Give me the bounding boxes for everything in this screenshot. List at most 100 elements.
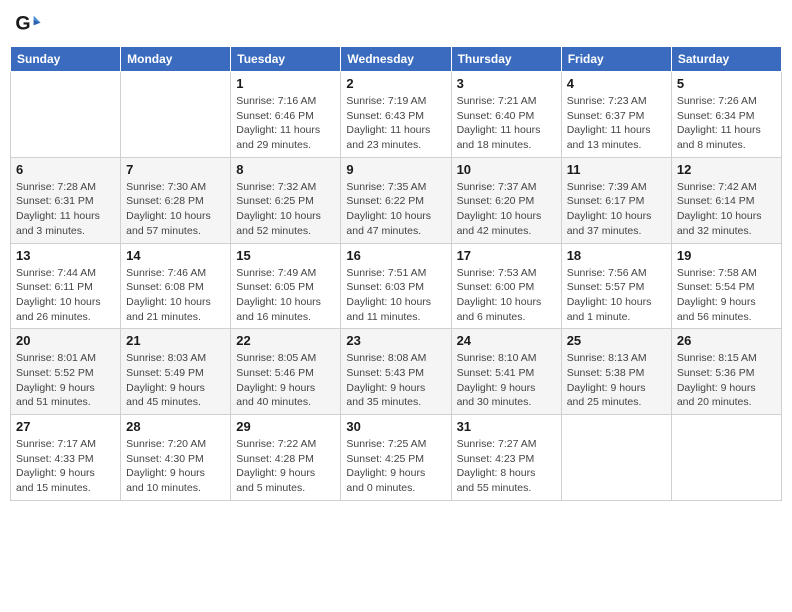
calendar-cell-w1-d1 — [11, 72, 121, 158]
day-number: 1 — [236, 76, 335, 91]
week-row-5: 27 Sunrise: 7:17 AM Sunset: 4:33 PM Dayli… — [11, 415, 782, 501]
day-number: 8 — [236, 162, 335, 177]
day-number: 24 — [457, 333, 556, 348]
day-number: 23 — [346, 333, 445, 348]
day-number: 4 — [567, 76, 666, 91]
calendar-cell-w2-d7: 12Sunrise: 7:42 AM Sunset: 6:14 PM Dayli… — [671, 157, 781, 243]
day-number: 22 — [236, 333, 335, 348]
day-number: 11 — [567, 162, 666, 177]
day-number: 16 — [346, 248, 445, 263]
day-number: 27 — [16, 419, 115, 434]
day-info: Sunrise: 7:53 AM Sunset: 6:00 PM Dayligh… — [457, 266, 556, 325]
weekday-header-thursday: Thursday — [451, 47, 561, 72]
day-number: 3 — [457, 76, 556, 91]
day-number: 15 — [236, 248, 335, 263]
day-number: 21 — [126, 333, 225, 348]
calendar-cell-w3-d6: 18 Sunrise: 7:56 AM Sunset: 5:57 PM Dayli… — [561, 243, 671, 329]
week-row-2: 6Sunrise: 7:28 AM Sunset: 6:31 PM Daylig… — [11, 157, 782, 243]
calendar-cell-w2-d1: 6Sunrise: 7:28 AM Sunset: 6:31 PM Daylig… — [11, 157, 121, 243]
week-row-4: 20 Sunrise: 8:01 AM Sunset: 5:52 PM Dayli… — [11, 329, 782, 415]
weekday-header-wednesday: Wednesday — [341, 47, 451, 72]
day-number: 25 — [567, 333, 666, 348]
calendar-cell-w5-d6 — [561, 415, 671, 501]
day-info: Sunrise: 7:26 AM Sunset: 6:34 PM Dayligh… — [677, 94, 776, 153]
day-info: Sunrise: 7:22 AM Sunset: 4:28 PM Dayligh… — [236, 437, 335, 496]
calendar-cell-w3-d2: 14Sunrise: 7:46 AM Sunset: 6:08 PM Dayli… — [121, 243, 231, 329]
calendar-cell-w4-d6: 25Sunrise: 8:13 AM Sunset: 5:38 PM Dayli… — [561, 329, 671, 415]
day-number: 17 — [457, 248, 556, 263]
day-number: 18 — [567, 248, 666, 263]
day-info: Sunrise: 7:23 AM Sunset: 6:37 PM Dayligh… — [567, 94, 666, 153]
day-number: 28 — [126, 419, 225, 434]
logo: G — [14, 10, 44, 38]
day-number: 2 — [346, 76, 445, 91]
day-info: Sunrise: 7:19 AM Sunset: 6:43 PM Dayligh… — [346, 94, 445, 153]
weekday-header-friday: Friday — [561, 47, 671, 72]
day-number: 20 — [16, 333, 115, 348]
week-row-3: 13Sunrise: 7:44 AM Sunset: 6:11 PM Dayli… — [11, 243, 782, 329]
day-info: Sunrise: 7:58 AM Sunset: 5:54 PM Dayligh… — [677, 266, 776, 325]
weekday-header-row: SundayMondayTuesdayWednesdayThursdayFrid… — [11, 47, 782, 72]
weekday-header-monday: Monday — [121, 47, 231, 72]
day-info: Sunrise: 7:39 AM Sunset: 6:17 PM Dayligh… — [567, 180, 666, 239]
calendar-cell-w1-d4: 2 Sunrise: 7:19 AM Sunset: 6:43 PM Daylig… — [341, 72, 451, 158]
day-number: 12 — [677, 162, 776, 177]
calendar-cell-w5-d7 — [671, 415, 781, 501]
day-info: Sunrise: 8:10 AM Sunset: 5:41 PM Dayligh… — [457, 351, 556, 410]
day-number: 6 — [16, 162, 115, 177]
day-info: Sunrise: 7:32 AM Sunset: 6:25 PM Dayligh… — [236, 180, 335, 239]
day-info: Sunrise: 7:30 AM Sunset: 6:28 PM Dayligh… — [126, 180, 225, 239]
day-number: 10 — [457, 162, 556, 177]
calendar-cell-w4-d1: 20 Sunrise: 8:01 AM Sunset: 5:52 PM Dayli… — [11, 329, 121, 415]
day-info: Sunrise: 7:16 AM Sunset: 6:46 PM Dayligh… — [236, 94, 335, 153]
calendar-cell-w3-d7: 19 Sunrise: 7:58 AM Sunset: 5:54 PM Dayli… — [671, 243, 781, 329]
calendar-cell-w5-d3: 29 Sunrise: 7:22 AM Sunset: 4:28 PM Dayli… — [231, 415, 341, 501]
calendar-cell-w5-d5: 31 Sunrise: 7:27 AM Sunset: 4:23 PM Dayli… — [451, 415, 561, 501]
day-number: 7 — [126, 162, 225, 177]
day-info: Sunrise: 7:56 AM Sunset: 5:57 PM Dayligh… — [567, 266, 666, 325]
day-info: Sunrise: 7:17 AM Sunset: 4:33 PM Dayligh… — [16, 437, 115, 496]
calendar-cell-w1-d3: 1 Sunrise: 7:16 AM Sunset: 6:46 PM Daylig… — [231, 72, 341, 158]
logo-icon: G — [14, 10, 42, 38]
day-info: Sunrise: 7:25 AM Sunset: 4:25 PM Dayligh… — [346, 437, 445, 496]
calendar-cell-w1-d5: 3 Sunrise: 7:21 AM Sunset: 6:40 PM Daylig… — [451, 72, 561, 158]
page-header: G — [10, 10, 782, 38]
day-number: 19 — [677, 248, 776, 263]
calendar-cell-w4-d5: 24 Sunrise: 8:10 AM Sunset: 5:41 PM Dayli… — [451, 329, 561, 415]
calendar-cell-w2-d4: 9Sunrise: 7:35 AM Sunset: 6:22 PM Daylig… — [341, 157, 451, 243]
day-info: Sunrise: 7:27 AM Sunset: 4:23 PM Dayligh… — [457, 437, 556, 496]
calendar-cell-w1-d2 — [121, 72, 231, 158]
calendar-cell-w1-d7: 5 Sunrise: 7:26 AM Sunset: 6:34 PM Daylig… — [671, 72, 781, 158]
calendar-cell-w1-d6: 4 Sunrise: 7:23 AM Sunset: 6:37 PM Daylig… — [561, 72, 671, 158]
day-number: 14 — [126, 248, 225, 263]
day-info: Sunrise: 7:51 AM Sunset: 6:03 PM Dayligh… — [346, 266, 445, 325]
day-info: Sunrise: 8:03 AM Sunset: 5:49 PM Dayligh… — [126, 351, 225, 410]
calendar-cell-w2-d5: 10 Sunrise: 7:37 AM Sunset: 6:20 PM Dayli… — [451, 157, 561, 243]
day-number: 31 — [457, 419, 556, 434]
calendar-table: SundayMondayTuesdayWednesdayThursdayFrid… — [10, 46, 782, 501]
day-number: 5 — [677, 76, 776, 91]
calendar-cell-w3-d4: 16 Sunrise: 7:51 AM Sunset: 6:03 PM Dayli… — [341, 243, 451, 329]
day-number: 26 — [677, 333, 776, 348]
weekday-header-tuesday: Tuesday — [231, 47, 341, 72]
day-info: Sunrise: 7:35 AM Sunset: 6:22 PM Dayligh… — [346, 180, 445, 239]
day-info: Sunrise: 7:49 AM Sunset: 6:05 PM Dayligh… — [236, 266, 335, 325]
calendar-cell-w3-d5: 17 Sunrise: 7:53 AM Sunset: 6:00 PM Dayli… — [451, 243, 561, 329]
day-info: Sunrise: 7:20 AM Sunset: 4:30 PM Dayligh… — [126, 437, 225, 496]
calendar-cell-w4-d2: 21 Sunrise: 8:03 AM Sunset: 5:49 PM Dayli… — [121, 329, 231, 415]
day-info: Sunrise: 8:15 AM Sunset: 5:36 PM Dayligh… — [677, 351, 776, 410]
calendar-cell-w5-d1: 27 Sunrise: 7:17 AM Sunset: 4:33 PM Dayli… — [11, 415, 121, 501]
calendar-cell-w2-d3: 8 Sunrise: 7:32 AM Sunset: 6:25 PM Daylig… — [231, 157, 341, 243]
day-number: 29 — [236, 419, 335, 434]
calendar-cell-w3-d1: 13Sunrise: 7:44 AM Sunset: 6:11 PM Dayli… — [11, 243, 121, 329]
weekday-header-saturday: Saturday — [671, 47, 781, 72]
day-info: Sunrise: 7:21 AM Sunset: 6:40 PM Dayligh… — [457, 94, 556, 153]
calendar-cell-w5-d2: 28 Sunrise: 7:20 AM Sunset: 4:30 PM Dayli… — [121, 415, 231, 501]
calendar-cell-w2-d6: 11 Sunrise: 7:39 AM Sunset: 6:17 PM Dayli… — [561, 157, 671, 243]
day-number: 13 — [16, 248, 115, 263]
day-info: Sunrise: 7:37 AM Sunset: 6:20 PM Dayligh… — [457, 180, 556, 239]
calendar-cell-w4-d4: 23Sunrise: 8:08 AM Sunset: 5:43 PM Dayli… — [341, 329, 451, 415]
week-row-1: 1 Sunrise: 7:16 AM Sunset: 6:46 PM Daylig… — [11, 72, 782, 158]
day-info: Sunrise: 8:01 AM Sunset: 5:52 PM Dayligh… — [16, 351, 115, 410]
calendar-cell-w3-d3: 15 Sunrise: 7:49 AM Sunset: 6:05 PM Dayli… — [231, 243, 341, 329]
